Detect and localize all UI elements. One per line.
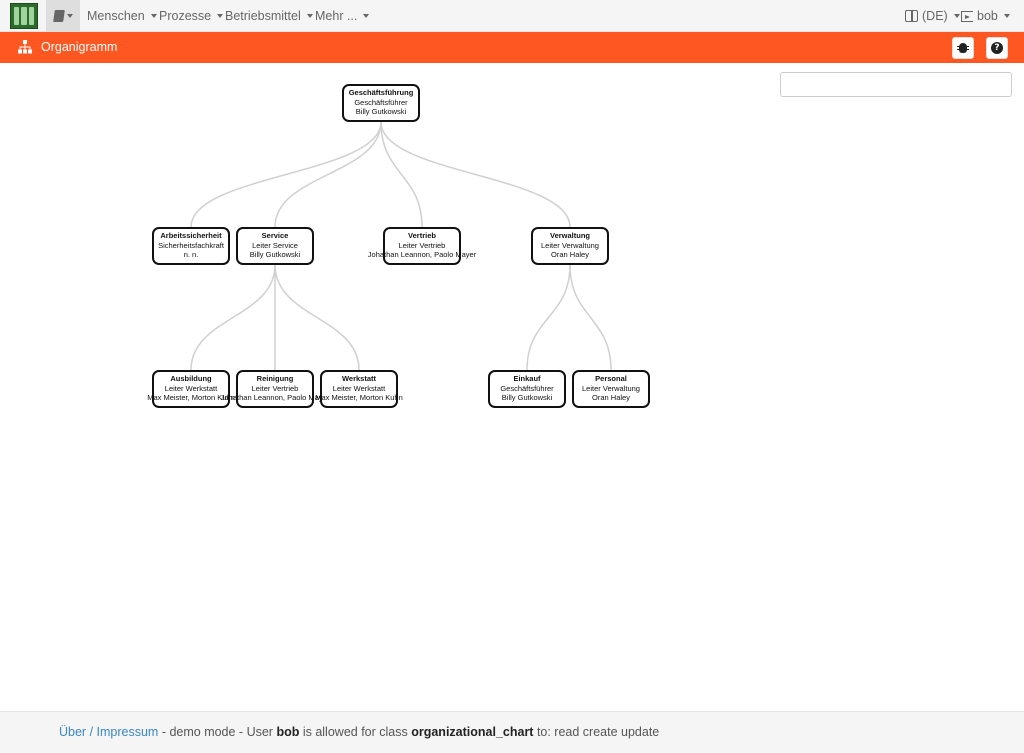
org-edge — [526, 264, 571, 371]
app-logo[interactable] — [10, 3, 38, 29]
org-edge — [190, 121, 382, 228]
org-edge — [380, 121, 571, 228]
help-button[interactable]: ? — [986, 37, 1008, 59]
chevron-down-icon — [953, 14, 960, 18]
sign-out-icon — [961, 10, 973, 22]
org-node-l2-4[interactable] — [572, 370, 650, 408]
chevron-down-icon — [1003, 14, 1010, 18]
footer-class-name: organizational_chart — [411, 725, 534, 739]
footer-text-1: - demo mode - User — [158, 725, 277, 739]
book-icon — [52, 10, 65, 22]
footer-user: bob — [276, 725, 300, 739]
menu-menschen[interactable]: Menschen — [87, 0, 157, 32]
page-header-bar — [0, 32, 1024, 63]
language-icon — [905, 9, 918, 22]
menu-betriebsmittel[interactable]: Betriebsmittel — [225, 0, 313, 32]
org-node-l2-0[interactable] — [152, 370, 230, 408]
menu-prozesse-label: Prozesse — [159, 9, 212, 23]
chevron-down-icon — [150, 14, 157, 18]
language-menu[interactable]: (DE) — [905, 0, 960, 32]
help-icon: ? — [991, 42, 1003, 54]
bug-report-button[interactable] — [952, 37, 974, 59]
bug-icon — [957, 43, 969, 53]
org-edge — [274, 121, 382, 228]
menu-prozesse[interactable]: Prozesse — [159, 0, 224, 32]
chevron-down-icon — [306, 14, 313, 18]
org-node-l2-2[interactable] — [320, 370, 398, 408]
org-node-l1-2[interactable] — [383, 227, 461, 265]
sitemap-icon — [18, 40, 32, 54]
page-title: Organigramm — [41, 40, 118, 54]
footer-text-2: is allowed for class — [299, 725, 412, 739]
org-node-l2-3[interactable] — [488, 370, 566, 408]
about-impressum-link[interactable]: Über / Impressum — [59, 725, 158, 739]
org-edge — [569, 264, 612, 371]
menu-mehr[interactable]: Mehr ... — [315, 0, 370, 32]
footer-text-3: to: read create update — [533, 725, 660, 739]
footer: Über / Impressum - demo mode - User bob … — [0, 711, 1024, 753]
user-label: bob — [977, 9, 998, 23]
org-edge — [190, 264, 276, 371]
org-node-root[interactable] — [342, 84, 420, 122]
menu-menschen-label: Menschen — [87, 9, 145, 23]
org-node-l1-0[interactable] — [152, 227, 230, 265]
chevron-down-icon — [66, 14, 73, 18]
org-chart: Geschäftsführung Geschäftsführer Billy Gut… — [0, 63, 1024, 711]
org-edge — [274, 264, 360, 371]
org-node-l1-1[interactable] — [236, 227, 314, 265]
chevron-down-icon — [363, 14, 370, 18]
book-menu-button[interactable] — [46, 0, 80, 32]
menu-mehr-label: Mehr ... — [315, 9, 358, 23]
top-navbar: Menschen Prozesse Betriebsmittel Mehr ..… — [0, 0, 1024, 32]
org-node-l2-1[interactable] — [236, 370, 314, 408]
org-node-l1-3[interactable] — [531, 227, 609, 265]
chevron-down-icon — [217, 14, 224, 18]
language-label: (DE) — [922, 9, 948, 23]
user-menu[interactable]: bob — [961, 0, 1010, 32]
menu-betriebsmittel-label: Betriebsmittel — [225, 9, 301, 23]
